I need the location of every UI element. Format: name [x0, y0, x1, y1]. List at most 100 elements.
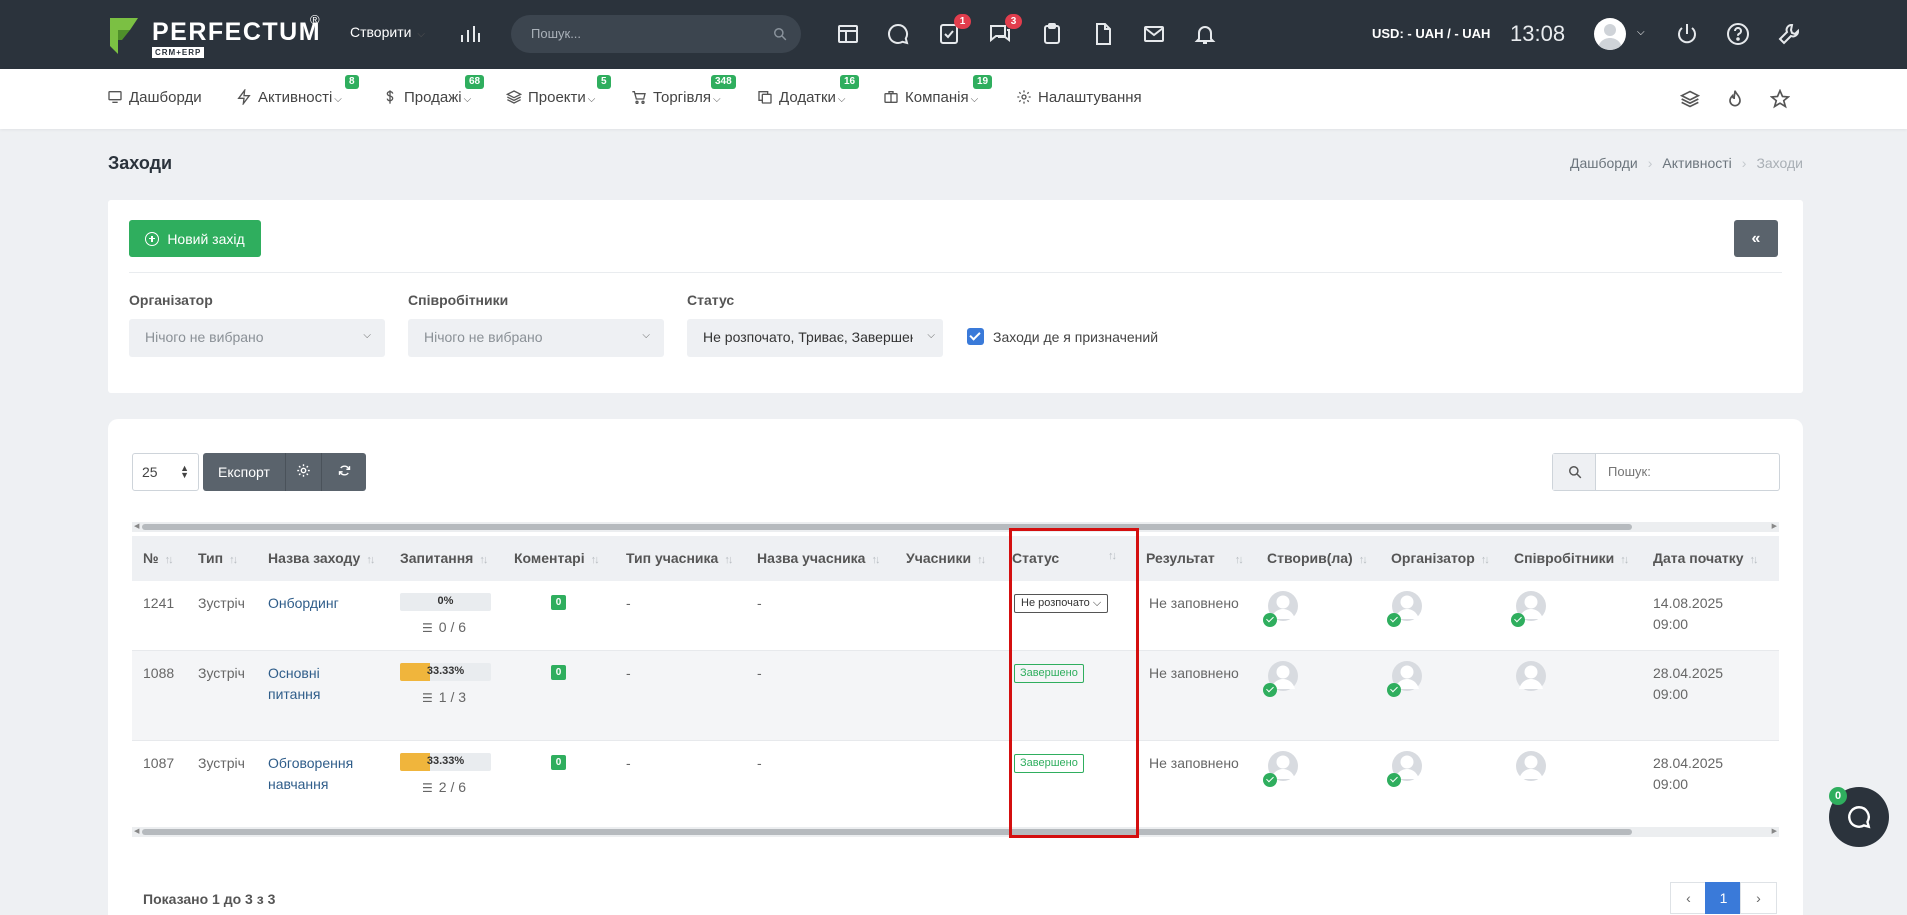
horizontal-scrollbar-bottom[interactable]: ◀ ▶: [132, 827, 1779, 837]
nav-activities[interactable]: Активності ⌵ 8: [236, 75, 359, 107]
layout-icon[interactable]: [836, 22, 860, 46]
tasks-button[interactable]: 1: [937, 14, 971, 46]
logo[interactable]: PERFECTUM ® CRM+ERP: [108, 12, 328, 60]
chevron-down-icon: ⌵: [970, 94, 979, 105]
pagination-next[interactable]: ›: [1740, 882, 1777, 914]
col-start-date[interactable]: Дата початку ↑↓: [1653, 550, 1759, 566]
chevron-down-icon: ⌵: [363, 330, 371, 341]
table-row[interactable]: 1087 Зустріч Обговорення навчання 33.33%…: [132, 741, 1779, 831]
nav-apps[interactable]: Додатки ⌵ 16: [757, 75, 860, 106]
event-name-link[interactable]: Онбординг: [268, 595, 339, 611]
clipboard-icon[interactable]: [1040, 22, 1064, 46]
status-select[interactable]: Не розпочато, Триває, Завершено ⌵: [687, 319, 943, 357]
bell-icon[interactable]: [1193, 22, 1217, 46]
chat-widget-button[interactable]: 0: [1829, 787, 1889, 847]
global-search-input[interactable]: [531, 26, 761, 41]
breadcrumb-dashboards[interactable]: Дашборди: [1570, 155, 1638, 171]
star-icon[interactable]: [1770, 89, 1790, 109]
bar-chart-icon[interactable]: [458, 22, 482, 46]
user-menu-chevron-icon[interactable]: ⌵: [1637, 27, 1645, 38]
col-result[interactable]: Результат ↑↓: [1146, 550, 1244, 566]
new-event-button[interactable]: Новий захід: [129, 220, 261, 257]
document-icon[interactable]: [1091, 22, 1115, 46]
created-by-avatar[interactable]: [1263, 751, 1298, 787]
nav-company[interactable]: Компанія ⌵ 19: [883, 75, 993, 106]
employees-select[interactable]: Нічого не вибрано ⌵: [408, 319, 664, 357]
collapse-filters-button[interactable]: «: [1734, 220, 1778, 257]
nav-trade[interactable]: Торгівля ⌵ 348: [631, 75, 736, 106]
nav-sales[interactable]: Продажі ⌵ 68: [382, 75, 485, 106]
organizer-avatar[interactable]: [1387, 751, 1422, 787]
breadcrumb-separator: ›: [1647, 155, 1653, 171]
table-search[interactable]: [1552, 453, 1780, 491]
currency-rate: USD: - UAH / - UAH: [1372, 26, 1491, 41]
organizer-select[interactable]: Нічого не вибрано ⌵: [129, 319, 385, 357]
organizer-avatar[interactable]: [1387, 591, 1422, 627]
col-participants[interactable]: Учасники ↑↓: [906, 550, 986, 566]
pagination-prev[interactable]: ‹: [1670, 882, 1707, 914]
event-name-link-line2[interactable]: навчання: [268, 776, 328, 792]
employee-avatar[interactable]: [1516, 751, 1546, 781]
wrench-icon[interactable]: [1777, 22, 1801, 46]
nav-settings[interactable]: Налаштування: [1016, 89, 1142, 106]
table-row[interactable]: 1088 Зустріч Основні питання 33.33% ☰ 1 /…: [132, 651, 1779, 741]
horizontal-scrollbar-top[interactable]: ◀ ▶: [132, 522, 1779, 532]
col-event-name[interactable]: Назва заходу ↑↓: [268, 550, 375, 566]
column-settings-button[interactable]: [286, 453, 322, 491]
page-size-select[interactable]: 25 ▲ ▼: [132, 453, 199, 491]
event-name-link[interactable]: Обговорення: [268, 755, 353, 771]
messages-button[interactable]: 3: [988, 14, 1022, 46]
scroll-right-icon[interactable]: ▶: [1772, 827, 1777, 837]
nav-badge: 8: [345, 75, 359, 89]
breadcrumb-activities[interactable]: Активності: [1662, 155, 1731, 171]
scroll-right-icon[interactable]: ▶: [1772, 522, 1777, 532]
cell-id: 1241: [143, 595, 175, 611]
col-organizer[interactable]: Організатор ↑↓: [1391, 550, 1490, 566]
col-number[interactable]: № ↑↓: [143, 550, 174, 566]
layers-stack-icon[interactable]: [1680, 89, 1700, 109]
col-employees[interactable]: Співробітники ↑↓: [1514, 550, 1629, 566]
export-button[interactable]: Експорт: [203, 453, 286, 491]
sort-icon: ↑↓: [977, 554, 986, 566]
help-icon[interactable]: [1726, 22, 1750, 46]
col-questions[interactable]: Запитання ↑↓: [400, 550, 488, 566]
nav-label: Компанія: [905, 89, 969, 106]
col-participant-name[interactable]: Назва учасника ↑↓: [757, 550, 880, 566]
nav-dashboards[interactable]: Дашборди: [107, 89, 202, 106]
scroll-left-icon[interactable]: ◀: [134, 522, 139, 532]
nav-projects[interactable]: Проекти ⌵ 5: [505, 75, 611, 106]
comments-badge[interactable]: 0: [551, 665, 566, 680]
scrollbar-thumb[interactable]: [142, 524, 1632, 530]
event-name-link-line2[interactable]: питання: [268, 686, 321, 702]
assigned-checkbox[interactable]: [967, 328, 984, 345]
table-info: Показано 1 до 3 з 3: [143, 891, 276, 907]
col-created-by[interactable]: Створив(ла) ↑↓: [1267, 550, 1368, 566]
power-icon[interactable]: [1675, 22, 1699, 46]
employee-avatar[interactable]: [1516, 661, 1546, 691]
event-name-link[interactable]: Основні: [268, 665, 320, 681]
table-row[interactable]: 1241 Зустріч Онбординг 0% ☰ 0 / 6 0 - - Н…: [132, 581, 1779, 651]
create-menu-button[interactable]: Створити ⌵: [350, 24, 425, 40]
scroll-left-icon[interactable]: ◀: [134, 827, 139, 837]
comments-badge[interactable]: 0: [551, 755, 566, 770]
mail-icon[interactable]: [1142, 22, 1166, 46]
refresh-button[interactable]: [322, 453, 366, 491]
global-search[interactable]: [511, 15, 801, 53]
created-by-avatar[interactable]: [1263, 591, 1298, 627]
col-comments[interactable]: Коментарі ↑↓: [514, 550, 600, 566]
logo-subtitle: CRM+ERP: [152, 47, 205, 58]
col-participant-type[interactable]: Тип учасника ↑↓: [626, 550, 733, 566]
comments-badge[interactable]: 0: [551, 595, 566, 610]
created-by-avatar[interactable]: [1263, 661, 1298, 697]
comment-icon[interactable]: [886, 22, 910, 46]
updown-arrows-icon: ▲ ▼: [180, 463, 189, 480]
employee-avatar[interactable]: [1511, 591, 1546, 627]
user-avatar[interactable]: [1594, 18, 1626, 50]
pagination-page[interactable]: 1: [1705, 882, 1742, 914]
scrollbar-thumb[interactable]: [142, 829, 1632, 835]
cell-participant-name: -: [757, 665, 762, 681]
organizer-avatar[interactable]: [1387, 661, 1422, 697]
col-type[interactable]: Тип ↑↓: [198, 550, 238, 566]
fire-icon[interactable]: [1725, 89, 1745, 109]
table-search-input[interactable]: [1608, 464, 1768, 479]
